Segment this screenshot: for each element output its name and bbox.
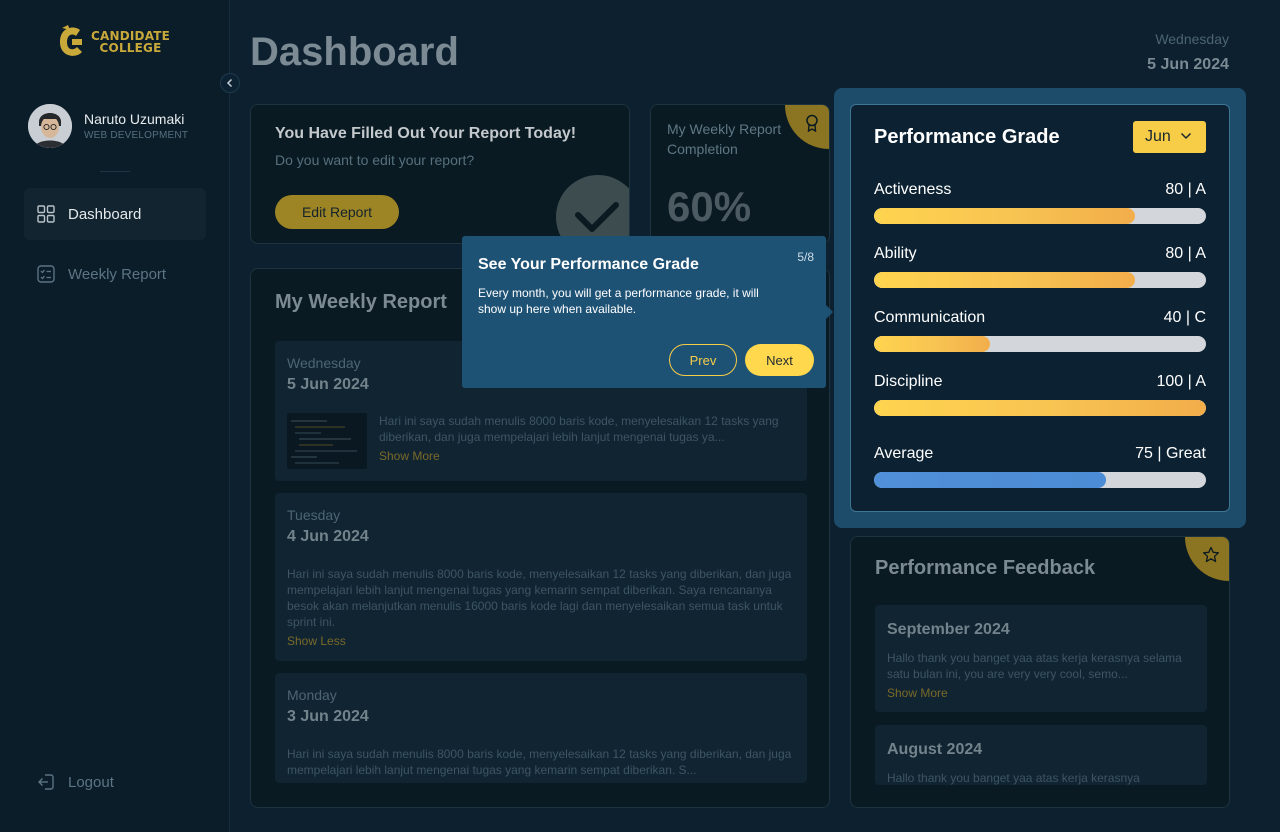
report-item[interactable]: Tuesday 4 Jun 2024 Hari ini saya sudah m… [275,493,807,661]
feedback-text: Hallo thank you banget yaa atas kerja ke… [887,771,1140,785]
user-name: Naruto Uzumaki [84,111,185,127]
report-date: 4 Jun 2024 [287,528,369,545]
page-title: Dashboard [250,30,459,74]
grid-icon [37,205,55,223]
user-role: WEB DEVELOPMENT [84,130,189,141]
chevron-down-icon [1180,132,1192,140]
report-list-icon [37,265,55,283]
check-badge [556,175,629,243]
report-day: Wednesday [287,355,361,371]
metric-bar-fill [874,272,1135,288]
sidebar-item-label: Dashboard [68,205,142,223]
feedback-month: August 2024 [887,741,983,758]
report-text: Hari ini saya sudah menulis 8000 baris k… [287,747,792,777]
current-day: Wednesday [1155,31,1229,47]
report-day: Monday [287,687,337,703]
feedback-month: September 2024 [887,621,1010,638]
show-less-link[interactable]: Show Less [287,634,346,648]
performance-grade-card: Performance Grade Jun Activeness 80 | A … [850,104,1230,512]
metric-value: 80 | A [1165,245,1206,262]
avatar-image [28,104,72,148]
metric-communication: Communication 40 | C [874,309,1206,352]
completion-value: 60% [667,183,752,230]
metric-name: Activeness [874,181,952,198]
performance-feedback-title: Performance Feedback [875,557,1096,579]
completion-card: My Weekly Report Completion 60% [650,104,830,244]
user-profile[interactable]: Naruto Uzumaki WEB DEVELOPMENT [28,104,188,148]
metric-bar [874,208,1206,224]
metric-bar [874,336,1206,352]
tour-prev-button[interactable]: Prev [669,344,737,376]
show-more-link[interactable]: Show More [379,449,440,463]
tour-step-counter: 5/8 [797,250,814,264]
metric-discipline: Discipline 100 | A [874,373,1206,416]
feedback-item[interactable]: August 2024 Hallo thank you banget yaa a… [875,725,1207,785]
logo-line-2: COLLEGE [99,41,162,55]
completion-label: My Weekly Report Completion [667,121,782,157]
current-date: 5 Jun 2024 [1147,56,1229,73]
logout-label: Logout [68,773,114,791]
badge-icon [806,114,818,132]
tour-next-button[interactable]: Next [745,344,814,376]
feedback-corner-badge [1185,537,1229,581]
logo-mark-icon [60,25,82,56]
metric-average: Average 75 | Great [874,445,1206,488]
performance-grade-title: Performance Grade [874,126,1060,148]
report-date: 5 Jun 2024 [287,376,369,393]
metric-name: Ability [874,245,917,262]
sidebar-item-dashboard[interactable]: Dashboard [24,188,206,240]
metric-value: 40 | C [1163,309,1206,326]
logout-button[interactable]: Logout [24,756,206,808]
report-day: Tuesday [287,507,341,523]
report-filled-subtitle: Do you want to edit your report? [275,152,475,168]
weekly-report-title: My Weekly Report [275,291,447,313]
metric-activeness: Activeness 80 | A [874,181,1206,224]
check-icon [575,202,619,232]
edit-report-button[interactable]: Edit Report [275,195,399,229]
report-item[interactable]: Monday 3 Jun 2024 Hari ini saya sudah me… [275,673,807,783]
tour-description: Every month, you will get a performance … [478,286,759,316]
metric-bar-fill [874,400,1206,416]
metric-bar [874,272,1206,288]
sidebar-item-weekly-report[interactable]: Weekly Report [24,248,206,300]
avatar [28,104,72,148]
feedback-text: Hallo thank you banget yaa atas kerja ke… [887,651,1182,681]
sidebar-item-label: Weekly Report [68,265,167,283]
metric-bar-fill [874,208,1135,224]
month-select-value: Jun [1145,128,1171,145]
feedback-item[interactable]: September 2024 Hallo thank you banget ya… [875,605,1207,712]
logo-text: CANDIDATE COLLEGE [91,30,170,54]
metric-bar [874,472,1206,488]
report-filled-title: You Have Filled Out Your Report Today! [275,125,577,142]
metric-bar [874,400,1206,416]
sidebar-divider [100,171,130,172]
star-icon [1202,546,1220,563]
performance-feedback-card: Performance Feedback September 2024 Hall… [850,536,1230,808]
report-filled-card: You Have Filled Out Your Report Today! D… [250,104,630,244]
metric-value: 75 | Great [1135,445,1206,462]
metric-name: Communication [874,309,986,326]
report-date: 3 Jun 2024 [287,708,369,725]
report-thumbnail [287,413,367,469]
report-text: Hari ini saya sudah menulis 8000 baris k… [379,414,779,444]
sidebar: CANDIDATE COLLEGE Naruto Uzumaki WEB DEV… [0,0,230,832]
metric-bar-fill [874,472,1107,488]
month-select[interactable]: Jun [1133,121,1206,153]
logo[interactable]: CANDIDATE COLLEGE [56,24,170,60]
metric-bar-fill [874,336,991,352]
tour-pointer-arrow [826,305,833,319]
metric-value: 100 | A [1156,373,1206,390]
logout-icon [38,774,54,790]
metric-ability: Ability 80 | A [874,245,1206,288]
metric-value: 80 | A [1165,181,1206,198]
tour-title: See Your Performance Grade [478,256,699,273]
show-more-link[interactable]: Show More [887,686,948,700]
code-thumbnail-image [287,413,367,469]
report-text: Hari ini saya sudah menulis 8000 baris k… [287,567,792,629]
sidebar-collapse-button[interactable] [220,73,240,93]
chevron-left-icon [226,78,233,88]
tour-popover: See Your Performance Grade 5/8 Every mon… [462,236,826,388]
